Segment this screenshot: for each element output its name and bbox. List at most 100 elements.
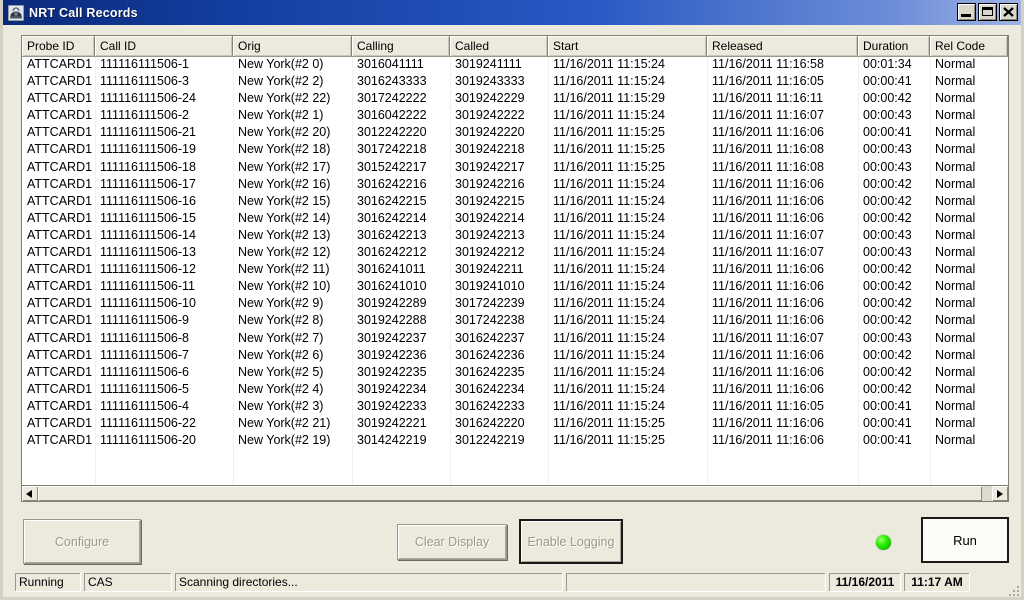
cell-rel-code: Normal bbox=[935, 125, 976, 140]
table-row[interactable]: ATTCARD1 111116111506-22 New York(#2 21) 30… bbox=[22, 416, 1008, 433]
grid-body[interactable]: ATTCARD1 111116111506-1 New York(#2 0) 3016… bbox=[22, 57, 1008, 498]
table-row[interactable]: ATTCARD1 111116111506-1 New York(#2 0) 3016… bbox=[22, 57, 1008, 74]
grid-header-call-id[interactable]: Call ID bbox=[95, 36, 233, 56]
cell-probe-id: ATTCARD1 bbox=[27, 159, 93, 174]
cell-duration: 00:00:42 bbox=[863, 262, 912, 277]
cell-probe-id: ATTCARD1 bbox=[27, 227, 93, 242]
table-row[interactable]: ATTCARD1 111116111506-21 New York(#2 20) 30… bbox=[22, 125, 1008, 142]
grid-header-rel-code[interactable]: Rel Code bbox=[930, 36, 1008, 56]
telephone-icon bbox=[7, 4, 25, 21]
cell-orig: New York(#2 1) bbox=[238, 108, 324, 123]
table-row[interactable]: ATTCARD1 111116111506-4 New York(#2 3) 3019… bbox=[22, 399, 1008, 416]
cell-called: 3012242219 bbox=[455, 433, 525, 448]
cell-called: 3019242214 bbox=[455, 210, 525, 225]
table-row[interactable]: ATTCARD1 111116111506-8 New York(#2 7) 3019… bbox=[22, 331, 1008, 348]
cell-probe-id: ATTCARD1 bbox=[27, 245, 93, 260]
cell-call-id: 111116111506-11 bbox=[100, 279, 195, 294]
maximize-button[interactable] bbox=[978, 3, 997, 21]
cell-start: 11/16/2011 11:15:24 bbox=[553, 313, 665, 328]
resize-grip-icon[interactable] bbox=[1007, 584, 1019, 596]
cell-rel-code: Normal bbox=[935, 108, 976, 123]
table-row[interactable]: ATTCARD1 111116111506-17 New York(#2 16) 30… bbox=[22, 177, 1008, 194]
table-row[interactable]: ATTCARD1 111116111506-12 New York(#2 11) 30… bbox=[22, 262, 1008, 279]
table-row[interactable]: ATTCARD1 111116111506-13 New York(#2 12) 30… bbox=[22, 245, 1008, 262]
cell-call-id: 111116111506-24 bbox=[100, 91, 196, 106]
cell-called: 3016242233 bbox=[455, 398, 525, 413]
cell-calling: 3016242216 bbox=[357, 176, 427, 191]
grid-header-orig[interactable]: Orig bbox=[233, 36, 352, 56]
table-row[interactable]: ATTCARD1 111116111506-3 New York(#2 2) 3016… bbox=[22, 74, 1008, 91]
cell-probe-id: ATTCARD1 bbox=[27, 57, 93, 71]
run-button[interactable]: Run bbox=[921, 517, 1009, 563]
configure-button[interactable]: Configure bbox=[23, 519, 141, 564]
scrollbar-thumb[interactable] bbox=[38, 486, 983, 501]
grid-header-duration[interactable]: Duration bbox=[858, 36, 930, 56]
cell-duration: 00:00:43 bbox=[863, 330, 912, 345]
cell-released: 11/16/2011 11:16:07 bbox=[712, 330, 824, 345]
cell-calling: 3019242233 bbox=[357, 398, 427, 413]
table-row[interactable]: ATTCARD1 111116111506-18 New York(#2 17) 30… bbox=[22, 160, 1008, 177]
nrt-call-records-window: NRT Call Records Probe ID Call ID Orig Call… bbox=[0, 0, 1024, 600]
window-titlebar[interactable]: NRT Call Records bbox=[3, 0, 1021, 25]
cell-rel-code: Normal bbox=[935, 296, 976, 311]
grid-header-called[interactable]: Called bbox=[450, 36, 548, 56]
cell-duration: 00:00:42 bbox=[863, 296, 912, 311]
close-icon[interactable] bbox=[999, 3, 1018, 21]
cell-calling: 3016242214 bbox=[357, 210, 427, 225]
cell-start: 11/16/2011 11:15:24 bbox=[553, 210, 665, 225]
scrollbar-track[interactable] bbox=[38, 486, 992, 501]
cell-released: 11/16/2011 11:16:06 bbox=[712, 381, 824, 396]
cell-calling: 3019242237 bbox=[357, 330, 427, 345]
table-row[interactable]: ATTCARD1 111116111506-9 New York(#2 8) 3019… bbox=[22, 313, 1008, 330]
cell-rel-code: Normal bbox=[935, 347, 976, 362]
cell-probe-id: ATTCARD1 bbox=[27, 142, 93, 157]
cell-released: 11/16/2011 11:16:06 bbox=[712, 125, 824, 140]
grid-header-start[interactable]: Start bbox=[548, 36, 707, 56]
window-title: NRT Call Records bbox=[29, 5, 138, 20]
cell-released: 11/16/2011 11:16:07 bbox=[712, 245, 824, 260]
cell-released: 11/16/2011 11:16:06 bbox=[712, 433, 824, 448]
scroll-left-button[interactable] bbox=[22, 486, 38, 501]
grid-header-calling[interactable]: Calling bbox=[352, 36, 450, 56]
table-row[interactable]: ATTCARD1 111116111506-20 New York(#2 19) 30… bbox=[22, 433, 1008, 450]
cell-calling: 3017242218 bbox=[357, 142, 427, 157]
cell-duration: 00:00:42 bbox=[863, 210, 912, 225]
scroll-right-button[interactable] bbox=[992, 486, 1008, 501]
table-row[interactable]: ATTCARD1 111116111506-11 New York(#2 10) 30… bbox=[22, 279, 1008, 296]
cell-called: 3019242211 bbox=[455, 262, 524, 277]
clear-display-button[interactable]: Clear Display bbox=[397, 524, 507, 560]
cell-orig: New York(#2 5) bbox=[238, 364, 324, 379]
table-row[interactable]: ATTCARD1 111116111506-10 New York(#2 9) 301… bbox=[22, 296, 1008, 313]
cell-orig: New York(#2 14) bbox=[238, 210, 331, 225]
table-row[interactable]: ATTCARD1 111116111506-24 New York(#2 22) 30… bbox=[22, 91, 1008, 108]
table-row[interactable]: ATTCARD1 111116111506-7 New York(#2 6) 3019… bbox=[22, 348, 1008, 365]
table-row[interactable]: ATTCARD1 111116111506-2 New York(#2 1) 3016… bbox=[22, 108, 1008, 125]
cell-duration: 00:00:42 bbox=[863, 313, 912, 328]
cell-duration: 00:00:42 bbox=[863, 176, 912, 191]
enable-logging-button[interactable]: Enable Logging bbox=[519, 519, 623, 564]
cell-rel-code: Normal bbox=[935, 245, 976, 260]
table-row[interactable]: ATTCARD1 111116111506-6 New York(#2 5) 3019… bbox=[22, 365, 1008, 382]
table-row[interactable]: ATTCARD1 111116111506-14 New York(#2 13) 30… bbox=[22, 228, 1008, 245]
call-records-grid[interactable]: Probe ID Call ID Orig Calling Called Start Rel… bbox=[21, 35, 1009, 500]
cell-rel-code: Normal bbox=[935, 398, 976, 413]
cell-start: 11/16/2011 11:15:24 bbox=[553, 398, 665, 413]
minimize-button[interactable] bbox=[957, 3, 976, 21]
table-row[interactable]: ATTCARD1 111116111506-15 New York(#2 14) 30… bbox=[22, 211, 1008, 228]
cell-call-id: 111116111506-18 bbox=[100, 159, 196, 174]
grid-header-probe-id[interactable]: Probe ID bbox=[22, 36, 95, 56]
table-row[interactable]: ATTCARD1 111116111506-5 New York(#2 4) 3019… bbox=[22, 382, 1008, 399]
table-row[interactable]: ATTCARD1 111116111506-16 New York(#2 15) 30… bbox=[22, 194, 1008, 211]
cell-start: 11/16/2011 11:15:25 bbox=[553, 159, 665, 174]
cell-orig: New York(#2 12) bbox=[238, 245, 331, 260]
cell-rel-code: Normal bbox=[935, 364, 976, 379]
cell-called: 3019242213 bbox=[455, 227, 525, 242]
cell-rel-code: Normal bbox=[935, 91, 976, 106]
grid-header-released[interactable]: Released bbox=[707, 36, 858, 56]
cell-called: 3019242212 bbox=[455, 245, 525, 260]
cell-called: 3017242238 bbox=[455, 313, 525, 328]
table-row[interactable]: ATTCARD1 111116111506-19 New York(#2 18) 30… bbox=[22, 142, 1008, 159]
cell-call-id: 111116111506-13 bbox=[100, 245, 196, 260]
grid-horizontal-scrollbar[interactable] bbox=[21, 485, 1009, 502]
cell-released: 11/16/2011 11:16:06 bbox=[712, 347, 824, 362]
